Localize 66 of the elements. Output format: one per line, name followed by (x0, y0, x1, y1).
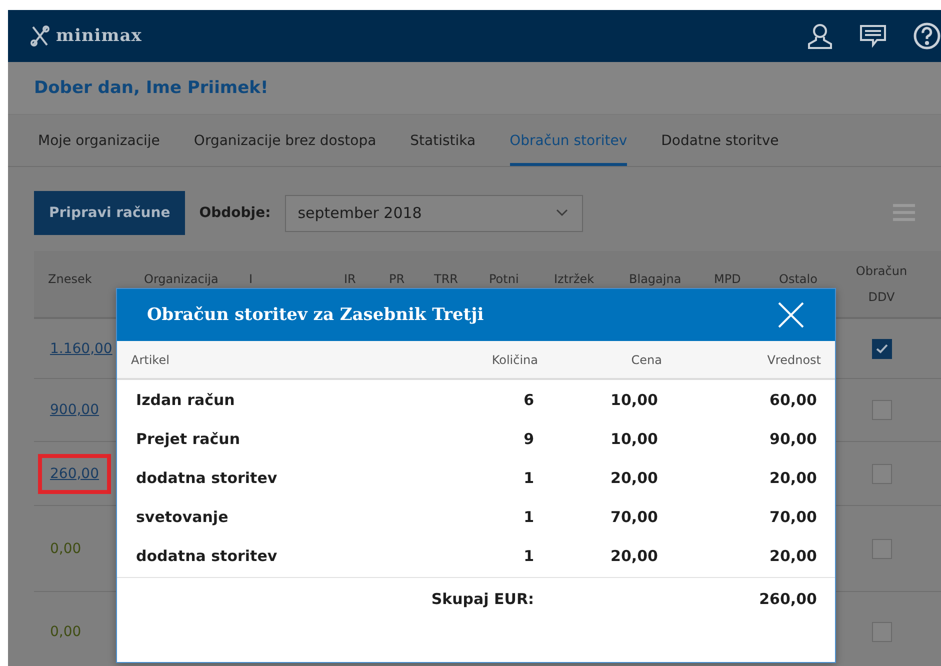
amount-text: 0,00 (50, 624, 82, 640)
table-cell-text: 20,00 (768, 546, 817, 564)
table-cell-text: 20,00 (610, 546, 658, 564)
table-cell-text: dodatna storitev (136, 468, 278, 486)
column-header: Organizacija (143, 271, 220, 287)
table-cell-text: 1 (522, 468, 534, 486)
ddv-checkbox[interactable] (872, 464, 892, 484)
column-header: Iztržek (553, 271, 596, 287)
logo-text[interactable]: minimax (56, 26, 142, 46)
table-cell-text: 9 (522, 430, 534, 448)
total-value: 260,00 (758, 590, 817, 608)
column-header: I (248, 271, 254, 287)
column-header: Vrednost (766, 352, 821, 366)
table-cell-text: 20,00 (768, 468, 817, 486)
tab[interactable]: Moje organizacije (38, 115, 160, 166)
table-cell-text: 1 (522, 546, 534, 564)
period-select[interactable]: september 2018 (284, 194, 583, 232)
column-header: Količina (490, 352, 538, 366)
tab[interactable]: Statistika (410, 115, 476, 166)
column-header: Blagajna (628, 271, 682, 287)
chevron-down-icon (556, 209, 568, 217)
column-header: Ostalo (778, 271, 818, 287)
table-cell-text: svetovanje (136, 508, 230, 526)
ddv-checkbox[interactable] (872, 400, 892, 420)
table-cell-text: Izdan račun (136, 390, 236, 408)
column-header: MPD (713, 271, 742, 287)
prepare-invoices-button[interactable]: Pripravi račune (34, 191, 186, 235)
column-header: Obračun DDV (854, 263, 908, 306)
amount-text: 0,00 (50, 540, 82, 556)
amount-link[interactable]: 900,00 (50, 402, 99, 418)
table-cell-text: dodatna storitev (136, 546, 278, 564)
user-icon[interactable] (807, 22, 833, 50)
amount-link[interactable]: 260,00 (38, 454, 111, 494)
tab[interactable]: Obračun storitev (510, 115, 628, 166)
ddv-checkbox[interactable] (872, 622, 892, 642)
column-header: IR (343, 271, 357, 287)
table-cell-text: 70,00 (610, 508, 658, 526)
table-cell-text: 60,00 (768, 390, 817, 408)
table-cell-text: 90,00 (768, 430, 817, 448)
table-cell-text: Prejet račun (136, 430, 242, 448)
period-label: Obdobje: (199, 205, 271, 221)
check-icon (876, 344, 888, 354)
table-cell-text: 70,00 (768, 508, 817, 526)
table-cell-text: 20,00 (610, 468, 658, 486)
ddv-checkbox[interactable] (872, 538, 892, 558)
tab[interactable]: Organizacije brez dostopa (194, 115, 376, 166)
scissors-logo-icon (30, 25, 50, 47)
ddv-checkbox[interactable] (872, 338, 892, 358)
total-label: Skupaj EUR: (430, 590, 534, 608)
table-cell-text: 10,00 (610, 390, 658, 408)
column-header: PR (388, 271, 406, 287)
table-cell-text: 6 (522, 390, 534, 408)
table-cell-text: 10,00 (610, 430, 658, 448)
column-header: Potni (488, 271, 520, 287)
tab[interactable]: Dodatne storitve (661, 115, 779, 166)
dialog-title: Obračun storitev za Zasebnik Tretji (147, 305, 484, 325)
close-button[interactable] (777, 301, 805, 329)
column-header: TRR (433, 271, 460, 287)
table-cell-text: 1 (522, 508, 534, 526)
column-header: Znesek (47, 271, 93, 287)
amount-link[interactable]: 1.160,00 (50, 340, 112, 356)
column-header: Cena (630, 352, 662, 366)
column-header: Artikel (131, 352, 170, 366)
help-icon[interactable] (913, 22, 941, 50)
chat-icon[interactable] (859, 24, 887, 48)
greeting-title: Dober dan, Ime Priimek! (8, 62, 941, 115)
